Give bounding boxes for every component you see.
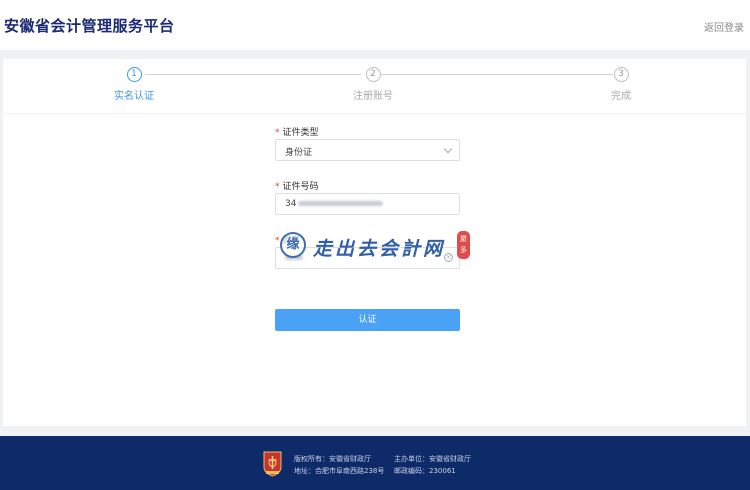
step-label-3: 完成 <box>611 91 631 102</box>
footer-address: 地址：合肥市阜南西路238号 <box>294 467 385 475</box>
id-type-value: 身份证 <box>285 148 313 158</box>
id-type-label: * 证件类型 <box>275 128 319 138</box>
required-mark: * <box>275 128 280 138</box>
redacted-id-digits <box>298 201 384 206</box>
name-label: * 姓名 <box>275 236 301 246</box>
step-connector-1 <box>145 74 361 75</box>
redacted-name <box>285 255 303 260</box>
top-header: 安徽省会计管理服务平台 返回登录 <box>0 0 750 50</box>
footer-postcode: 邮政编码：230061 <box>394 467 456 475</box>
required-mark: * <box>275 182 280 192</box>
verify-button[interactable]: 认证 <box>275 309 460 331</box>
name-input[interactable]: × <box>275 247 460 269</box>
registration-panel: 1 实名认证 2 注册账号 3 完成 * 证件类型 身份证 * 证件号码 34 * 姓… <box>3 59 746 426</box>
footer-column-left: 版权所有：安徽省财政厅 地址：合肥市阜南西路238号 <box>294 453 384 477</box>
finance-emblem-icon <box>263 451 282 477</box>
footer-sponsor: 主办单位：安徽省财政厅 <box>394 455 471 463</box>
progress-steps: 1 实名认证 2 注册账号 3 完成 <box>3 59 746 114</box>
site-footer: 版权所有：安徽省财政厅 地址：合肥市阜南西路238号 主办单位：安徽省财政厅 邮… <box>0 436 750 490</box>
step-number-3: 3 <box>613 67 629 82</box>
step-number-2: 2 <box>365 67 381 82</box>
step-register-account: 2 注册账号 <box>333 67 413 102</box>
id-type-select[interactable]: 身份证 <box>275 139 460 161</box>
step-real-name: 1 实名认证 <box>94 67 174 102</box>
step-connector-2 <box>381 74 613 75</box>
footer-column-right: 主办单位：安徽省财政厅 邮政编码：230061 <box>394 453 471 477</box>
id-number-value: 34 <box>285 199 297 209</box>
footer-copyright: 版权所有：安徽省财政厅 <box>294 455 371 463</box>
clear-icon[interactable]: × <box>444 253 453 262</box>
step-label-2: 注册账号 <box>353 91 393 102</box>
step-number-1: 1 <box>126 67 142 82</box>
back-to-login-link[interactable]: 返回登录 <box>704 19 744 34</box>
verification-form: * 证件类型 身份证 * 证件号码 34 * 姓名 × 认证 <box>275 125 460 331</box>
step-complete: 3 完成 <box>581 67 661 102</box>
required-mark: * <box>275 236 280 246</box>
id-number-input[interactable]: 34 <box>275 193 460 215</box>
step-label-1: 实名认证 <box>114 91 154 102</box>
id-number-label: * 证件号码 <box>275 182 319 192</box>
site-title: 安徽省会计管理服务平台 <box>4 17 175 35</box>
